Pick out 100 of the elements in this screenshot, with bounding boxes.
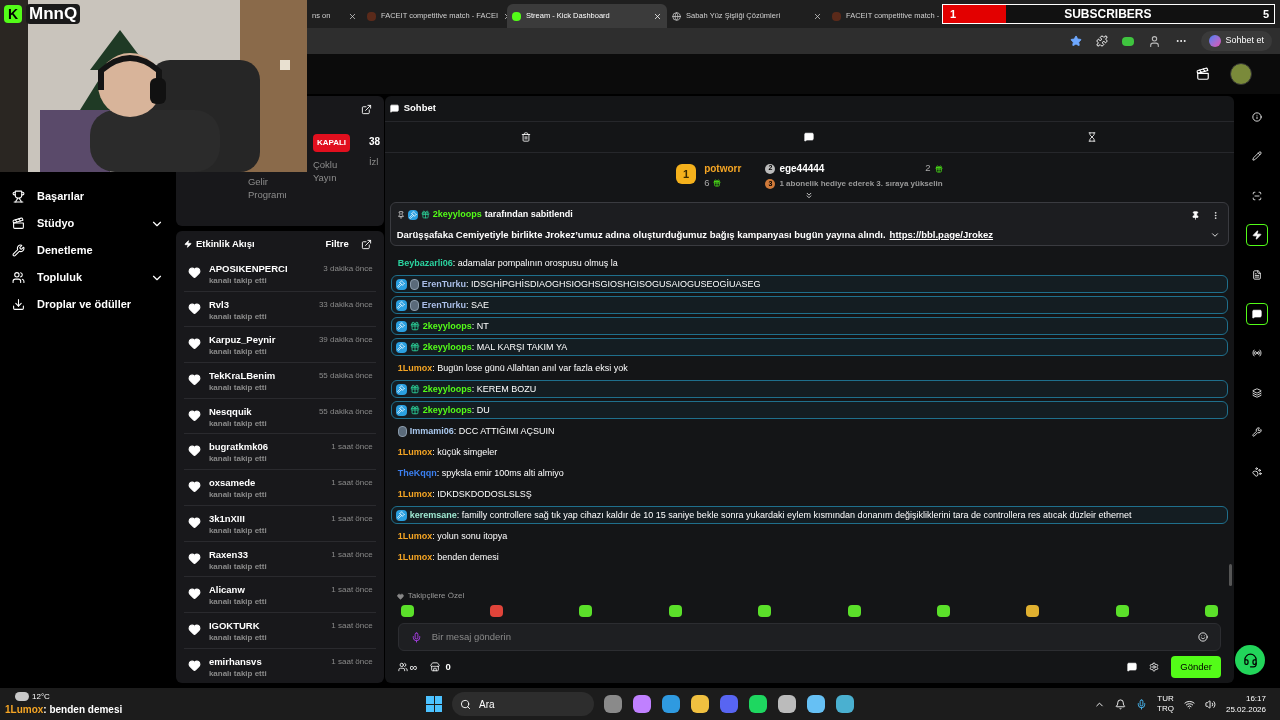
activity-action: kanalı takip etti xyxy=(208,275,268,287)
copilot-button[interactable]: Sohbet et xyxy=(1201,31,1272,51)
points-button[interactable]: ∞ xyxy=(397,658,418,676)
multistream-label[interactable]: Çoklu Yayın xyxy=(312,158,353,184)
hourglass-icon[interactable] xyxy=(1087,132,1098,142)
emote-icon[interactable] xyxy=(936,605,950,617)
channel-name: MnnQ xyxy=(26,4,81,24)
username: bugratkmk06 xyxy=(208,441,269,454)
chat-text: 1Lumox: yolun sonu itopya xyxy=(397,530,508,542)
settings-icon[interactable] xyxy=(1149,662,1160,672)
taskbar-app-icon[interactable] xyxy=(633,695,651,713)
chat-text: 1Lumox: küçük simgeler xyxy=(397,446,498,458)
taskbar-app-icon[interactable] xyxy=(778,695,796,713)
pin-icon[interactable] xyxy=(1191,211,1201,220)
username: Alicanw xyxy=(208,584,246,597)
activity-action: kanalı takip etti xyxy=(208,489,268,502)
close-icon[interactable] xyxy=(653,11,662,21)
chevron-icon[interactable] xyxy=(1210,230,1221,240)
emote-icon[interactable] xyxy=(579,605,593,617)
weather-icon[interactable] xyxy=(15,692,29,701)
sidebar-item[interactable]: Başarılar xyxy=(12,188,164,205)
message-input[interactable]: Bir mesaj gönderin xyxy=(397,623,1222,651)
search-icon xyxy=(460,698,471,710)
emoji-icon[interactable] xyxy=(1198,632,1209,642)
extension-icon[interactable] xyxy=(1096,35,1109,47)
trash-icon[interactable] xyxy=(521,132,532,142)
activity-time: 1 saat önce xyxy=(331,584,373,597)
studio-icon[interactable] xyxy=(1196,67,1210,81)
emote-icon[interactable] xyxy=(400,605,414,617)
network-icon[interactable] xyxy=(1183,698,1195,710)
heart-icon xyxy=(396,592,404,600)
activity-time: 39 dakika önce xyxy=(318,334,373,347)
rank-badge: 1 xyxy=(676,164,697,184)
keyboard-layout[interactable]: TRQ xyxy=(1157,704,1174,714)
activity-action: kanalı takip etti xyxy=(208,310,268,323)
activity-action: kanalı takip etti xyxy=(208,596,268,609)
clock-date[interactable]: 25.02.2026 xyxy=(1225,704,1266,715)
avatar[interactable] xyxy=(1230,63,1252,85)
username: emirhansvs xyxy=(208,655,263,668)
username: ege44444 xyxy=(779,162,826,176)
info-icon xyxy=(1252,112,1262,122)
gift-count: 6 xyxy=(704,176,710,190)
chat-icon[interactable] xyxy=(804,132,815,142)
windows-start-icon[interactable] xyxy=(426,696,442,712)
close-icon[interactable] xyxy=(348,11,357,21)
clock-time[interactable]: 16:17 xyxy=(1245,693,1266,704)
popout-icon[interactable] xyxy=(360,238,372,250)
favorite-star-icon[interactable] xyxy=(1070,35,1083,47)
emote-icon[interactable] xyxy=(1026,605,1040,617)
emote-icon[interactable] xyxy=(1115,605,1129,617)
points-count: 0 xyxy=(445,659,451,674)
emote-icon[interactable] xyxy=(758,605,772,617)
emote-icon[interactable] xyxy=(668,605,682,617)
taskbar-app-icon[interactable] xyxy=(749,695,767,713)
store-icon[interactable] xyxy=(429,662,440,672)
taskbar-app-icon[interactable] xyxy=(691,695,709,713)
sidebar-item[interactable]: Stüdyo xyxy=(12,215,164,232)
emote-icon[interactable] xyxy=(1204,605,1218,617)
chat-icon[interactable] xyxy=(1127,662,1138,672)
emote-section-label: Takipçilere Özel xyxy=(407,590,465,602)
taskbar-app-icon[interactable] xyxy=(807,695,825,713)
temperature[interactable]: 12°C xyxy=(32,692,50,701)
search-field[interactable]: Ara xyxy=(452,692,594,716)
microphone-icon[interactable] xyxy=(410,631,422,643)
activity-time: 55 dakika önce xyxy=(318,370,373,383)
send-button[interactable]: Gönder xyxy=(1171,656,1222,678)
extension-icon[interactable] xyxy=(1122,36,1135,46)
tab-favicon xyxy=(367,11,376,21)
sidebar-item[interactable]: Droplar ve ödüller xyxy=(12,296,164,313)
taskbar-app-icon[interactable] xyxy=(662,695,680,713)
popout-icon[interactable] xyxy=(360,104,372,115)
film-icon xyxy=(12,217,25,230)
close-icon[interactable] xyxy=(813,11,822,21)
chat-text: TheKqqn: spyksla emir 100ms alti almiyo xyxy=(397,467,564,479)
rail-button[interactable] xyxy=(1246,302,1268,325)
sidebar-item[interactable]: Denetleme xyxy=(12,242,164,259)
moderator-badge xyxy=(407,209,418,220)
taskbar-app-icon[interactable] xyxy=(836,695,854,713)
taskbar-app-icon[interactable] xyxy=(604,695,622,713)
chat-text: 2keyyloops: MAL KARŞI TAKIM YA xyxy=(422,341,568,353)
chat-text: Beybazarli06: adamalar pompalının orospusu olmuş la xyxy=(397,257,618,269)
emote-icon[interactable] xyxy=(847,605,861,617)
rail-button[interactable] xyxy=(1246,224,1268,247)
revenue-label[interactable]: Gelir Programı xyxy=(247,175,298,201)
volume-icon[interactable] xyxy=(1204,698,1216,710)
logo-mark: K xyxy=(4,5,22,23)
support-button[interactable] xyxy=(1235,645,1266,675)
profile-icon[interactable] xyxy=(1148,34,1162,48)
language-code[interactable]: TUR xyxy=(1157,694,1174,704)
pinned-link[interactable]: https://bbl.page/Jrokez xyxy=(889,227,994,242)
username: Karpuz_Peynir xyxy=(208,334,277,347)
activity-time: 1 saat önce xyxy=(331,441,373,454)
microphone-icon[interactable] xyxy=(1136,698,1148,710)
gift-count: 2 xyxy=(925,161,931,176)
sidebar-item[interactable]: Topluluk xyxy=(12,269,164,286)
emote-icon[interactable] xyxy=(490,605,504,617)
bell-icon[interactable] xyxy=(1115,698,1127,710)
document-icon xyxy=(1252,269,1262,280)
filter-button[interactable]: Filtre xyxy=(325,236,349,252)
heart-icon xyxy=(187,337,201,351)
